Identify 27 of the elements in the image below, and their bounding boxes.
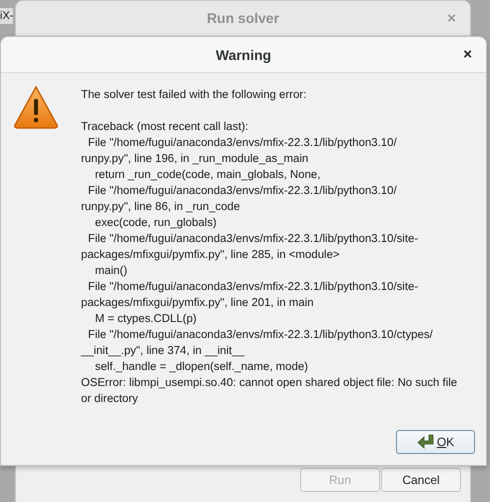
message-line: File "/home/fugui/anaconda3/envs/mfix-22.3.1/lib/python3.10/ bbox=[87, 136, 398, 151]
dialog-title: Warning bbox=[216, 46, 272, 62]
message-line: The solver test failed with the following error: bbox=[81, 88, 308, 103]
message-line: M = ctypes.CDLL(p) bbox=[94, 312, 198, 327]
message-line: Traceback (most recent call last): bbox=[81, 120, 250, 135]
message-line: File "/home/fugui/anaconda3/envs/mfix-22.3.1/lib/python3.10/ctypes/ bbox=[87, 328, 434, 343]
message-line: return _run_code(code, main_globals, None, bbox=[94, 168, 322, 183]
return-arrow-icon bbox=[416, 434, 435, 450]
message-line: __init__.py", line 374, in __init__ bbox=[81, 344, 246, 359]
close-button[interactable]: × bbox=[463, 46, 472, 63]
message-line: main() bbox=[94, 264, 128, 279]
dialog-title: Run solver bbox=[206, 10, 280, 26]
message-line: OSError: libmpi_usempi.so.40: cannot open shared object file: No such file bbox=[81, 376, 458, 391]
message-line: exec(code, run_globals) bbox=[94, 216, 218, 231]
window-title-fragment: iX- bbox=[0, 8, 14, 24]
ok-button[interactable]: OK bbox=[396, 430, 475, 454]
dialog-button[interactable]: Cancel bbox=[381, 468, 461, 492]
message-line: File "/home/fugui/anaconda3/envs/mfix-22.3.1/lib/python3.10/site- bbox=[87, 232, 420, 247]
message-line: runpy.py", line 196, in _run_module_as_main bbox=[81, 152, 310, 167]
message-line: packages/mfixgui/pymfix.py", line 201, in main bbox=[81, 296, 315, 311]
message-line: File "/home/fugui/anaconda3/envs/mfix-22.3.1/lib/python3.10/site- bbox=[87, 280, 420, 295]
message-line: File "/home/fugui/anaconda3/envs/mfix-22.3.1/lib/python3.10/ bbox=[87, 184, 398, 199]
message-line: self._handle = _dlopen(self._name, mode) bbox=[94, 360, 310, 375]
message-line: runpy.py", line 86, in _run_code bbox=[81, 200, 241, 215]
warning-icon bbox=[13, 85, 59, 129]
message-line: packages/mfixgui/pymfix.py", line 285, in <module> bbox=[81, 248, 341, 263]
message-line: or directory bbox=[81, 392, 139, 407]
